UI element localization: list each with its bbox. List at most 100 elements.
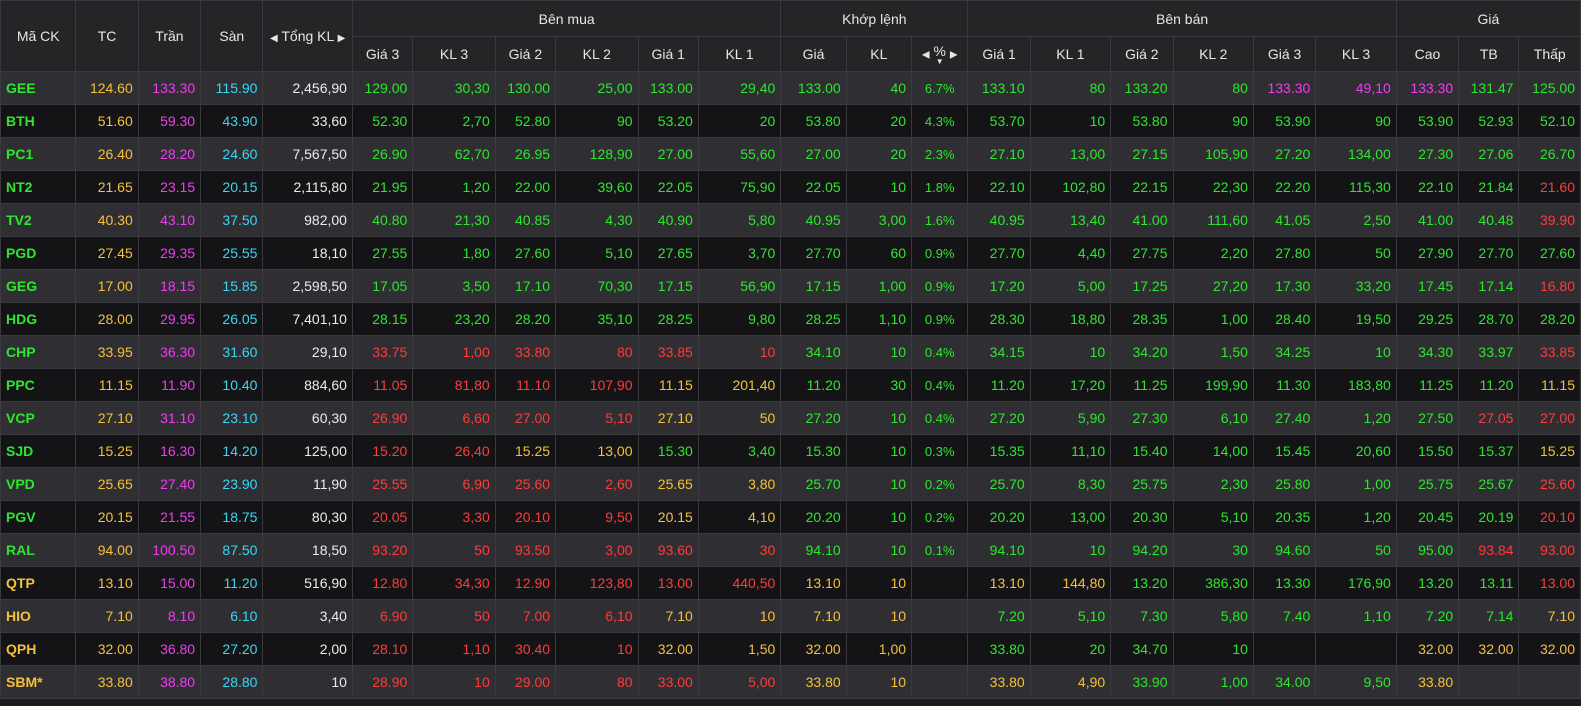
header-price-thap[interactable]: Thấp [1518,36,1581,72]
cell-symbol[interactable]: CHP [0,335,77,369]
cell-tran: 31.10 [137,401,202,435]
header-match-kl[interactable]: KL [845,36,913,72]
header-price-tb[interactable]: TB [1458,36,1520,72]
cell-sell-kl-1: 13,00 [1029,137,1112,171]
table-row[interactable]: PGV 20.15 21.55 18.75 80,30 20.05 3,30 20.10 9,5… [0,500,1581,534]
cell-symbol[interactable]: QPH [0,632,77,666]
pct-sort[interactable]: % ▼ [933,43,945,66]
cell-tc: 94.00 [75,533,139,567]
cell-price-tb: 40.48 [1458,203,1520,237]
cell-price-thap: 15.25 [1518,434,1581,468]
cell-symbol[interactable]: GEG [0,269,77,303]
cell-match-gia: 27.70 [780,236,847,270]
header-sell-kl-3[interactable]: KL 3 [1315,36,1397,72]
table-row[interactable]: GEG 17.00 18.15 15.85 2,598,50 17.05 3,50 17.10… [0,269,1581,303]
cell-symbol[interactable]: SBM* [0,665,77,699]
cell-buy-gia-2: 52.80 [494,104,557,138]
table-row[interactable]: PC1 26.40 28.20 24.60 7,567,50 26.90 62,70 26.9… [0,137,1581,171]
cell-symbol[interactable]: PPC [0,368,77,402]
table-row[interactable]: QTP 13.10 15.00 11.20 516,90 12.80 34,30 12.90 1… [0,566,1581,600]
table-row[interactable]: PPC 11.15 11.90 10.40 884,60 11.05 81,80 11.10 1… [0,368,1581,402]
table-row[interactable]: HDG 28.00 29.95 26.05 7,401,10 28.15 23,20 28.2… [0,302,1581,336]
cell-buy-kl-3: 3,30 [412,500,496,534]
header-sell-gia-2[interactable]: Giá 2 [1110,36,1174,72]
cell-buy-kl-3: 50 [412,599,496,633]
cell-tong-kl: 982,00 [262,203,353,237]
table-row[interactable]: SBM* 33.80 38.80 28.80 10 28.90 10 29.00 80 33.00… [0,665,1581,699]
header-price-cao[interactable]: Cao [1395,36,1460,72]
header-san[interactable]: Sàn [200,0,264,72]
header-ma-ck[interactable]: Mã CK [0,0,77,72]
table-row[interactable]: NT2 21.65 23.15 20.15 2,115,80 21.95 1,20 22.00… [0,170,1581,204]
caret-left-icon[interactable]: ◀ [922,50,930,61]
cell-sell-kl-2: 1,50 [1172,335,1254,369]
cell-tran: 38.80 [137,665,202,699]
header-buy-kl-2[interactable]: KL 2 [555,36,639,72]
cell-match-pct [911,632,969,666]
cell-san: 43.90 [200,104,264,138]
header-tc[interactable]: TC [75,0,139,72]
header-sell-kl-1[interactable]: KL 1 [1029,36,1112,72]
cell-tc: 7.10 [75,599,139,633]
table-row[interactable]: PGD 27.45 29.35 25.55 18,10 27.55 1,80 27.60 5,1… [0,236,1581,270]
header-match-gia[interactable]: Giá [780,36,847,72]
caret-right-icon[interactable]: ▶ [950,50,958,61]
cell-symbol[interactable]: PGD [0,236,77,270]
cell-match-pct: 0.4% [911,368,969,402]
table-row[interactable]: QPH 32.00 36.80 27.20 2,00 28.10 1,10 30.40 10 32… [0,632,1581,666]
cell-tong-kl: 29,10 [262,335,353,369]
cell-buy-kl-3: 6,60 [412,401,496,435]
cell-price-cao: 41.00 [1395,203,1460,237]
table-row[interactable]: BTH 51.60 59.30 43.90 33,60 52.30 2,70 52.80 90 5… [0,104,1581,138]
table-row[interactable]: VPD 25.65 27.40 23.90 11,90 25.55 6,90 25.60 2,6… [0,467,1581,501]
table-row[interactable]: VCP 27.10 31.10 23.10 60,30 26.90 6,60 27.00 5,1… [0,401,1581,435]
cell-sell-kl-1: 18,80 [1029,302,1112,336]
header-buy-gia-2[interactable]: Giá 2 [494,36,557,72]
cell-sell-gia-1: 15.35 [967,434,1031,468]
cell-price-cao: 133.30 [1395,71,1460,105]
cell-symbol[interactable]: HIO [0,599,77,633]
caret-left-icon[interactable]: ◀ [270,33,278,44]
cell-symbol[interactable]: HDG [0,302,77,336]
header-match-pct[interactable]: ◀ % ▼ ▶ [911,36,969,72]
cell-symbol[interactable]: GEE [0,71,77,105]
header-buy-gia-3[interactable]: Giá 3 [351,36,414,72]
table-row[interactable]: GEE 124.60 133.30 115.90 2,456,90 129.00 30,30… [0,71,1581,105]
table-row[interactable]: CHP 33.95 36.30 31.60 29,10 33.75 1,00 33.80 80 3… [0,335,1581,369]
table-row[interactable]: SJD 15.25 16.30 14.20 125,00 15.20 26,40 15.25 1… [0,434,1581,468]
cell-symbol[interactable]: TV2 [0,203,77,237]
cell-sell-kl-3: 33,20 [1315,269,1397,303]
header-sell-gia-1[interactable]: Giá 1 [967,36,1031,72]
header-buy-gia-1[interactable]: Giá 1 [637,36,699,72]
cell-symbol[interactable]: NT2 [0,170,77,204]
cell-san: 37.50 [200,203,264,237]
caret-right-icon[interactable]: ▶ [338,33,346,44]
cell-buy-kl-2: 4,30 [555,203,639,237]
header-sell-kl-2[interactable]: KL 2 [1172,36,1254,72]
cell-tc: 32.00 [75,632,139,666]
cell-symbol[interactable]: RAL [0,533,77,567]
header-buy-kl-1[interactable]: KL 1 [697,36,782,72]
cell-symbol[interactable]: PC1 [0,137,77,171]
table-row[interactable]: TV2 40.30 43.10 37.50 982,00 40.80 21,30 40.85 4… [0,203,1581,237]
table-row[interactable]: HIO 7.10 8.10 6.10 3,40 6.90 50 7.00 6,10 7.10 10 7… [0,599,1581,633]
cell-sell-kl-2: 105,90 [1172,137,1254,171]
header-tong-kl[interactable]: ◀ Tổng KL ▶ [262,0,353,72]
cell-sell-gia-3: 22.20 [1252,170,1317,204]
cell-symbol[interactable]: VCP [0,401,77,435]
cell-symbol[interactable]: PGV [0,500,77,534]
cell-symbol[interactable]: QTP [0,566,77,600]
cell-symbol[interactable]: VPD [0,467,77,501]
cell-buy-kl-3: 3,50 [412,269,496,303]
cell-symbol[interactable]: BTH [0,104,77,138]
cell-symbol[interactable]: SJD [0,434,77,468]
cell-sell-kl-3: 50 [1315,533,1397,567]
cell-price-thap: 32.00 [1518,632,1581,666]
header-buy-kl-3[interactable]: KL 3 [412,36,496,72]
cell-match-gia: 7.10 [780,599,847,633]
cell-san: 14.20 [200,434,264,468]
header-tran[interactable]: Trần [137,0,202,72]
cell-sell-kl-2: 6,10 [1172,401,1254,435]
table-row[interactable]: RAL 94.00 100.50 87.50 18,50 93.20 50 93.50 3,00… [0,533,1581,567]
header-sell-gia-3[interactable]: Giá 3 [1252,36,1317,72]
